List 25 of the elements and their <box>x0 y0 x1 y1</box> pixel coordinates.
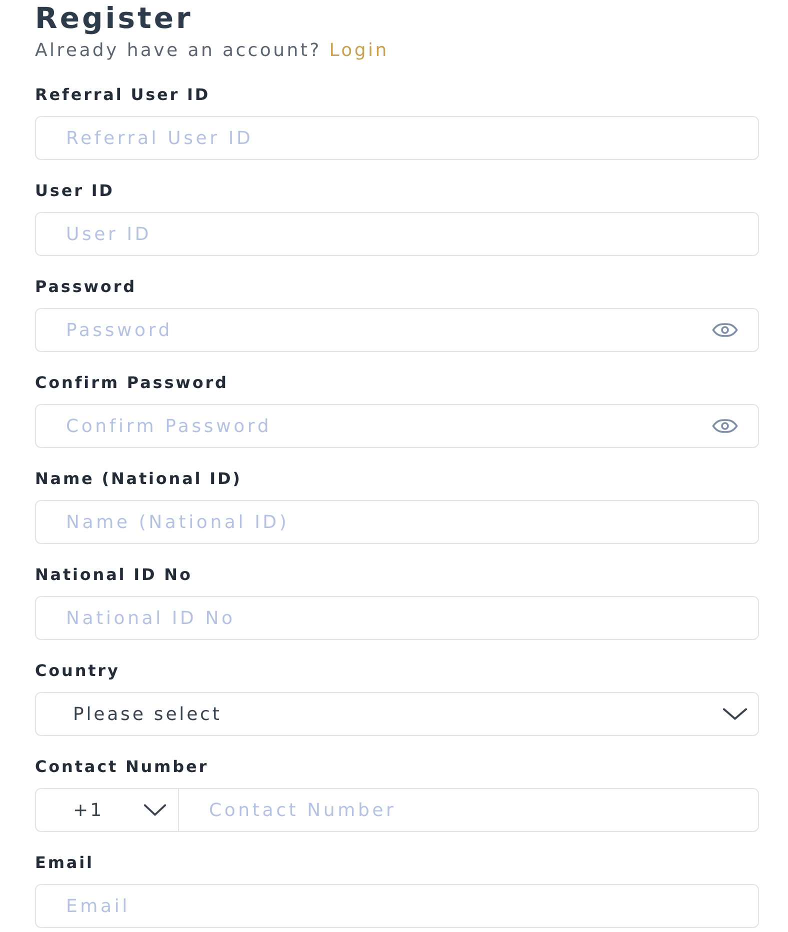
chevron-down-icon <box>144 804 166 816</box>
input-field[interactable]: Name (National ID) <box>35 500 759 544</box>
input-field[interactable]: Email <box>35 884 759 928</box>
login-prompt: Already have an account? Login <box>35 39 389 63</box>
field-label: Country <box>35 661 120 681</box>
eye-icon[interactable] <box>712 323 738 337</box>
eye-icon[interactable] <box>712 419 738 433</box>
phone-input-field[interactable]: Contact Number <box>178 788 759 832</box>
field-label: Name (National ID) <box>35 469 242 489</box>
field-label: Confirm Password <box>35 373 228 393</box>
input-field[interactable]: Referral User ID <box>35 116 759 160</box>
input-field[interactable]: User ID <box>35 212 759 256</box>
field-label: Password <box>35 277 136 297</box>
field-label: Contact Number <box>35 757 209 777</box>
field-label: Email <box>35 853 94 873</box>
field-label: User ID <box>35 181 114 201</box>
dropdown-select[interactable]: Please select <box>35 692 759 736</box>
country-code-select[interactable]: +1 <box>35 788 179 832</box>
field-label: National ID No <box>35 565 192 585</box>
password-field[interactable]: Confirm Password <box>35 404 759 448</box>
chevron-down-icon <box>723 708 747 720</box>
page-title: Register <box>35 0 193 36</box>
field-label: Referral User ID <box>35 85 210 105</box>
input-field[interactable]: National ID No <box>35 596 759 640</box>
password-field[interactable]: Password <box>35 308 759 352</box>
